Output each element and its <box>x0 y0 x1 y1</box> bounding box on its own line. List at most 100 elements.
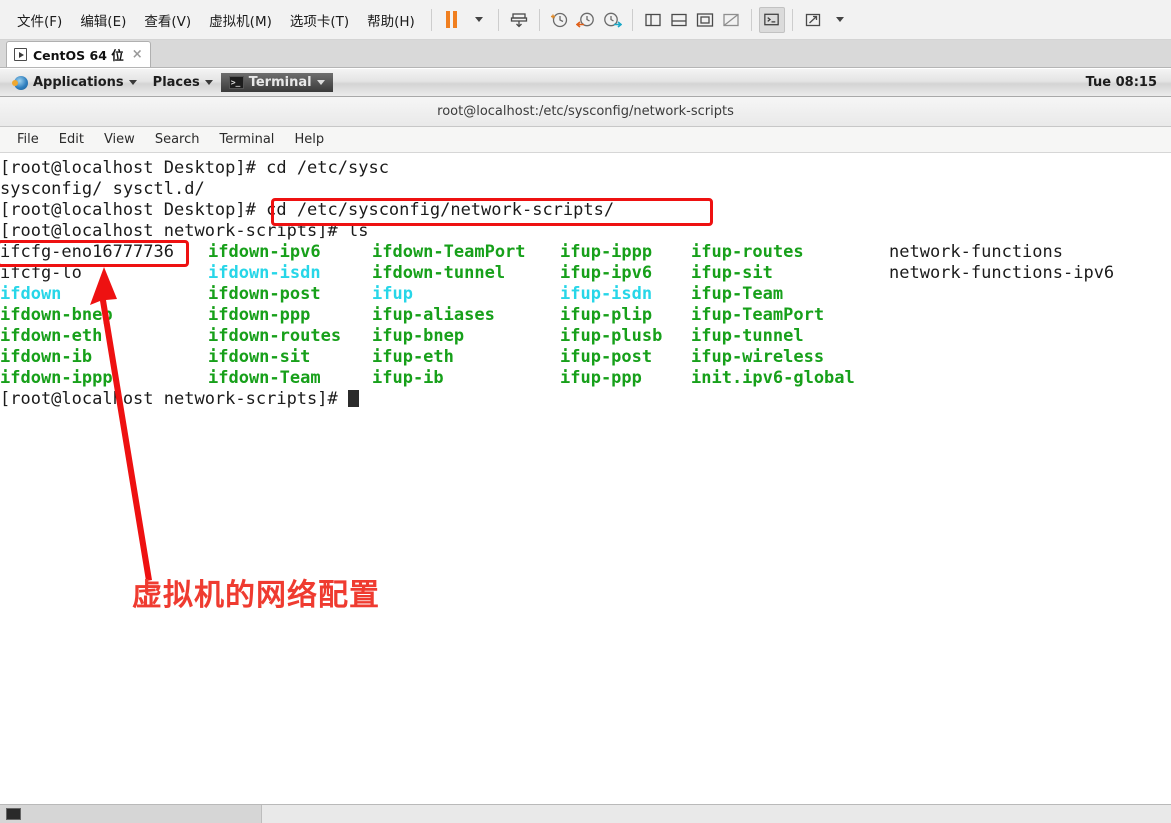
terminal-titlebar: root@localhost:/etc/sysconfig/network-sc… <box>0 97 1171 127</box>
terminal-menu-edit[interactable]: Edit <box>50 130 93 149</box>
close-icon[interactable]: × <box>132 47 143 62</box>
applications-icon <box>12 75 28 90</box>
menu-edit[interactable]: 编辑(E) <box>71 6 135 34</box>
applications-label: Applications <box>33 75 124 90</box>
terminal-line: ifdown-sit <box>208 347 310 368</box>
toolbar-divider-4 <box>631 8 633 31</box>
pause-icon[interactable] <box>439 7 465 33</box>
terminal-line: [root@localhost network-scripts]# <box>0 389 359 410</box>
vm-tab-label: CentOS 64 位 <box>33 48 124 63</box>
take-snapshot-icon[interactable] <box>506 7 532 33</box>
shell-prompt: [root@localhost network-scripts]# <box>0 389 348 409</box>
toolbar-divider-2 <box>497 8 499 31</box>
ls-entry: ifup-ib <box>372 368 444 388</box>
terminal-line: ifup-routes <box>691 242 804 263</box>
terminal-line: ifup-Team <box>691 284 783 305</box>
go-to-snapshot-icon[interactable] <box>599 7 625 33</box>
terminal-line: ifdown-ppp <box>208 305 310 326</box>
terminal-line: ifdown-tunnel <box>372 263 505 284</box>
ls-entry: ifdown-isdn <box>208 263 321 283</box>
ls-entry: ifdown-ippp <box>0 368 113 388</box>
toolbar-divider-1 <box>430 8 432 31</box>
shell-prompt: [root@localhost Desktop]# <box>0 200 267 220</box>
unity-mode-icon[interactable] <box>718 7 744 33</box>
menu-tabs[interactable]: 选项卡(T) <box>281 6 358 34</box>
terminal-line: [root@localhost Desktop]# cd /etc/sysc <box>0 158 389 179</box>
terminal-line: ifup-ib <box>372 368 444 389</box>
menu-help[interactable]: 帮助(H) <box>358 6 424 34</box>
shell-prompt: [root@localhost Desktop]# <box>0 158 267 178</box>
ls-entry: ifup-Team <box>691 284 784 304</box>
terminal-line: ifup <box>372 284 413 305</box>
terminal-line: ifup-TeamPort <box>691 305 824 326</box>
ls-entry: ifdown-sit <box>208 347 311 367</box>
gnome-panel: Applications Places >_ Terminal Tue 08:1… <box>0 69 1171 97</box>
pause-dropdown-chevron-down-icon[interactable] <box>465 7 491 33</box>
ls-entry: ifup-bnep <box>372 326 465 346</box>
vmware-menubar: 文件(F) 编辑(E) 查看(V) 虚拟机(M) 选项卡(T) 帮助(H) <box>0 0 1171 40</box>
terminal-output[interactable]: [root@localhost Desktop]# cd /etc/sysc sy… <box>0 153 1171 757</box>
terminal-title: root@localhost:/etc/sysconfig/network-sc… <box>437 104 734 119</box>
gnome-applications-menu[interactable]: Applications <box>6 73 145 92</box>
vm-tab-centos[interactable]: CentOS 64 位 × <box>6 41 151 67</box>
snapshot-manager-icon[interactable] <box>547 7 573 33</box>
terminal-line: ifup-isdn <box>560 284 652 305</box>
terminal-cursor <box>348 390 359 407</box>
ls-entry: ifdown-ipv6 <box>208 242 321 262</box>
terminal-line: sysconfig/ sysctl.d/ <box>0 179 205 200</box>
terminal-menu-search[interactable]: Search <box>146 130 209 149</box>
terminal-line: ifdown-TeamPort <box>372 242 526 263</box>
toolbar-divider-5 <box>750 8 752 31</box>
ls-entry: ifdown <box>0 284 62 304</box>
terminal-menu-file[interactable]: File <box>8 130 48 149</box>
menu-vm[interactable]: 虚拟机(M) <box>200 6 281 34</box>
terminal-line: ifup-ipv6 <box>560 263 652 284</box>
terminal-menubar: File Edit View Search Terminal Help <box>0 127 1171 153</box>
terminal-label: Terminal <box>248 75 312 90</box>
menu-file[interactable]: 文件(F) <box>8 6 71 34</box>
gnome-terminal-menu[interactable]: >_ Terminal <box>220 73 333 92</box>
terminal-line: ifup-sit <box>691 263 773 284</box>
host-taskbar-item[interactable] <box>0 805 262 823</box>
terminal-line: ifup-ippp <box>560 242 652 263</box>
places-label: Places <box>152 75 200 90</box>
ls-entry: ifup <box>372 284 413 304</box>
stretch-dropdown-chevron-down-icon[interactable] <box>826 7 852 33</box>
terminal-icon: >_ <box>228 76 244 89</box>
vmware-taskbar-icon <box>6 808 21 820</box>
terminal-line: ifdown-ippp <box>0 368 113 389</box>
ls-entry: ifup-plip <box>560 305 653 325</box>
console-view-icon[interactable] <box>758 6 785 33</box>
revert-snapshot-icon[interactable] <box>573 7 599 33</box>
terminal-menu-view[interactable]: View <box>95 130 144 149</box>
stretch-guest-icon[interactable] <box>800 7 826 33</box>
terminal-line: ifup-eth <box>372 347 454 368</box>
gnome-clock[interactable]: Tue 08:15 <box>1086 75 1157 90</box>
gnome-places-menu[interactable]: Places <box>145 73 221 92</box>
ls-entry: ifup-wireless <box>691 347 825 367</box>
ls-entry: ifdown-routes <box>208 326 342 346</box>
toolbar-divider-3 <box>538 8 540 31</box>
host-taskbar <box>0 804 1171 823</box>
ls-entry: network-functions <box>889 242 1063 262</box>
ls-entry: ifup-tunnel <box>691 326 804 346</box>
ls-entry: ifup-aliases <box>372 305 495 325</box>
show-library-icon[interactable] <box>640 7 666 33</box>
ls-entry: ifdown-TeamPort <box>372 242 526 262</box>
chevron-down-icon <box>316 80 325 85</box>
ls-entry: ifup-plusb <box>560 326 663 346</box>
ls-entry: init.ipv6-global <box>691 368 855 388</box>
ls-entry: ifup-ppp <box>560 368 642 388</box>
show-thumbnail-bar-icon[interactable] <box>666 7 692 33</box>
ls-entry: ifup-ippp <box>560 242 653 262</box>
menu-view[interactable]: 查看(V) <box>135 6 200 34</box>
ls-entry: ifup-ipv6 <box>560 263 653 283</box>
guest-screen: Applications Places >_ Terminal Tue 08:1… <box>0 69 1171 823</box>
terminal-menu-help[interactable]: Help <box>285 130 333 149</box>
terminal-line: ifup-ppp <box>560 368 642 389</box>
full-screen-icon[interactable] <box>692 7 718 33</box>
shell-output: sysconfig/ sysctl.d/ <box>0 179 205 199</box>
ls-entry: network-functions-ipv6 <box>889 263 1115 283</box>
terminal-line: ifup-wireless <box>691 347 824 368</box>
terminal-menu-terminal[interactable]: Terminal <box>210 130 283 149</box>
